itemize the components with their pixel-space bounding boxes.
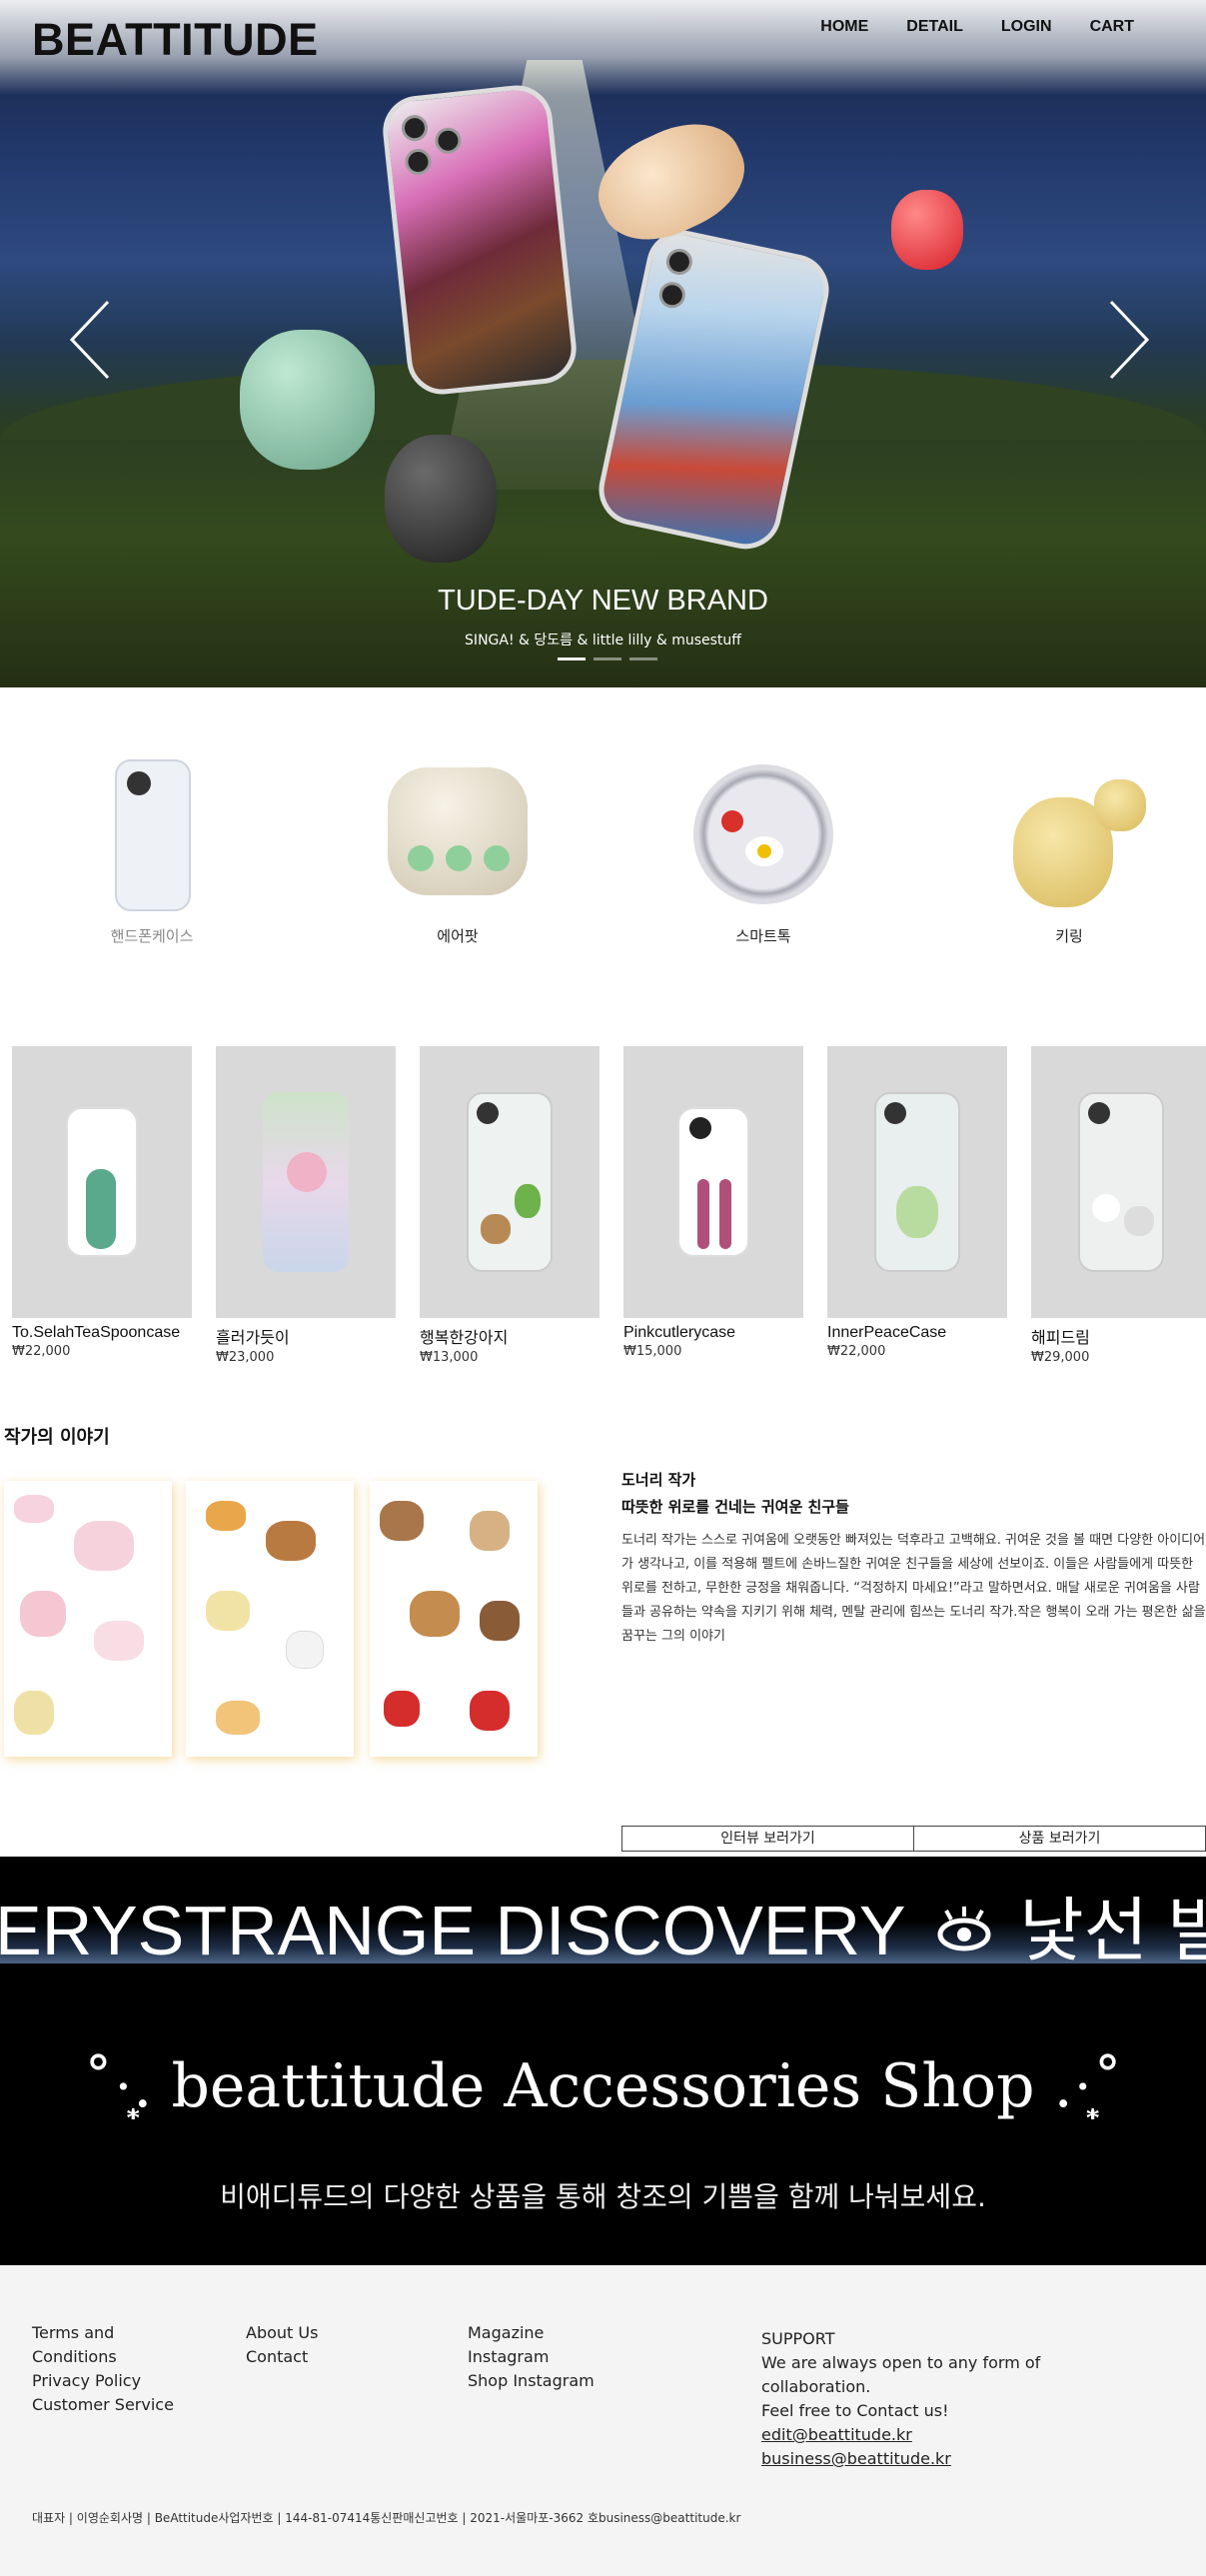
story-tagline: 따뜻한 위로를 건네는 귀여운 친구들 — [621, 1498, 849, 1516]
category-label: 핸드폰케이스 — [110, 927, 194, 945]
product-price: ₩15,000 — [623, 1344, 682, 1359]
product-card[interactable]: To.SelahTeaSpooncase ₩22,000 — [12, 1046, 192, 1359]
slider-dot[interactable] — [629, 657, 657, 660]
marquee-text-en: ERYSTRANGE DISCOVERY — [0, 1892, 905, 1963]
slider-indicator — [558, 657, 657, 660]
support-email-edit[interactable]: edit@beattitude.kr — [761, 2425, 912, 2444]
company-info: 대표자 | 이영순회사명 | BeAttitude사업자번호 | 144-81-… — [32, 2511, 741, 2525]
marquee-text-ko: 낯선 발견 — [1019, 1892, 1206, 1963]
story-text: 도너리 작가 따뜻한 위로를 건네는 귀여운 친구들 도너리 작가는 스스로 귀… — [621, 1469, 1206, 1649]
main-nav: HOME DETAIL LOGIN CART — [820, 18, 1134, 36]
product-image — [1031, 1046, 1206, 1318]
footer-link-privacy[interactable]: Privacy Policy — [32, 2369, 174, 2393]
story-poster-image — [4, 1481, 172, 1757]
story-poster-image — [186, 1481, 354, 1757]
product-price: ₩29,000 — [1031, 1350, 1090, 1365]
hero-airpod-case-green — [240, 330, 375, 470]
hero-title: TUDE-DAY NEW BRAND — [438, 585, 768, 617]
shop-banner-subtitle: 비애디튜드의 다양한 상품을 통해 창조의 기쁨을 함께 나눠보세요. — [220, 2180, 986, 2213]
hero-slider: BEATTITUDE HOME DETAIL LOGIN CART TUDE-D… — [0, 0, 1206, 687]
category-thumbnail — [979, 757, 1159, 917]
category-label: 키링 — [1055, 927, 1083, 945]
story-body: 도너리 작가는 스스로 귀여움에 오랫동안 빠져있는 덕후라고 고백해요. 귀여… — [621, 1533, 1206, 1644]
category-label: 에어팟 — [437, 927, 479, 945]
product-card[interactable]: 행복한강아지 ₩13,000 — [420, 1046, 600, 1365]
footer-link-terms[interactable]: Conditions — [32, 2345, 174, 2369]
story-author: 도너리 작가 — [621, 1471, 696, 1489]
category-airpods[interactable]: 에어팟 — [368, 757, 548, 946]
footer-links-company: About Us Contact — [246, 2321, 318, 2369]
product-price: ₩13,000 — [420, 1350, 479, 1365]
story-heading: 작가의 이야기 — [4, 1427, 110, 1448]
chevron-right-icon[interactable] — [1107, 300, 1151, 380]
product-name: Pinkcutlerycase — [623, 1324, 736, 1341]
hero-subtitle: SINGA! & 당도름 & little lilly & musestuff — [465, 633, 741, 648]
product-name: 행복한강아지 — [420, 1330, 509, 1347]
site-footer: Terms and Conditions Privacy Policy Cust… — [0, 2265, 1206, 2576]
category-label: 스마트톡 — [735, 927, 791, 945]
shop-banner: ˚·̩͙. beattitude Accessories Shop .·̩͙˚ … — [0, 1963, 1206, 2265]
view-products-button[interactable]: 상품 보러가기 — [914, 1827, 1205, 1851]
discovery-marquee: ERYSTRANGE DISCOVERY 낯선 발견 — [0, 1857, 1206, 1963]
nav-detail-link[interactable]: DETAIL — [906, 18, 963, 36]
category-thumbnail — [673, 757, 853, 917]
footer-links-legal: Terms and Conditions Privacy Policy Cust… — [32, 2321, 174, 2417]
footer-link-shop-instagram[interactable]: Shop Instagram — [468, 2369, 595, 2393]
product-name: 해피드림 — [1031, 1330, 1090, 1347]
product-price: ₩23,000 — [216, 1350, 275, 1365]
product-image — [420, 1046, 600, 1318]
product-image — [623, 1046, 803, 1318]
hero-phone-case-image-2 — [592, 224, 836, 556]
nav-cart-link[interactable]: CART — [1090, 18, 1134, 36]
product-card[interactable]: Pinkcutlerycase ₩15,000 — [623, 1046, 803, 1359]
view-interview-button[interactable]: 인터뷰 보러가기 — [622, 1827, 914, 1851]
footer-link-about[interactable]: About Us — [246, 2321, 318, 2345]
product-card[interactable]: InnerPeaceCase ₩22,000 — [827, 1046, 1007, 1359]
footer-link-instagram[interactable]: Instagram — [468, 2345, 595, 2369]
category-thumbnail — [62, 757, 242, 917]
category-phone-case[interactable]: 핸드폰케이스 — [62, 757, 242, 946]
hero-airpod-case-black — [385, 435, 497, 563]
story-buttons: 인터뷰 보러가기 상품 보러가기 — [621, 1826, 1206, 1852]
slider-dot[interactable] — [594, 657, 621, 660]
hero-keyring-tomato — [891, 190, 963, 270]
slider-dot[interactable] — [558, 657, 586, 660]
footer-link-customer-service[interactable]: Customer Service — [32, 2393, 174, 2417]
product-image — [827, 1046, 1007, 1318]
site-logo[interactable]: BEATTITUDE — [32, 14, 319, 66]
product-card[interactable]: 흘러가듯이 ₩23,000 — [216, 1046, 396, 1365]
product-image — [216, 1046, 396, 1318]
product-price: ₩22,000 — [827, 1344, 886, 1359]
category-thumbnail — [368, 757, 548, 917]
product-image — [12, 1046, 192, 1318]
support-text: We are always open to any form of — [761, 2353, 1041, 2372]
product-name: InnerPeaceCase — [827, 1324, 947, 1341]
footer-support: SUPPORT We are always open to any form o… — [761, 2327, 1040, 2471]
nav-login-link[interactable]: LOGIN — [1001, 18, 1052, 36]
footer-link-terms[interactable]: Terms and — [32, 2321, 174, 2345]
category-keyring[interactable]: 키링 — [979, 757, 1159, 946]
product-name: To.SelahTeaSpooncase — [12, 1324, 181, 1341]
footer-link-magazine[interactable]: Magazine — [468, 2321, 595, 2345]
footer-link-contact[interactable]: Contact — [246, 2345, 318, 2369]
story-poster-image — [370, 1481, 538, 1757]
shop-banner-title: ˚·̩͙. beattitude Accessories Shop .·̩͙˚ — [83, 2051, 1123, 2121]
nav-home-link[interactable]: HOME — [820, 18, 868, 36]
support-text: collaboration. — [761, 2377, 871, 2396]
support-email-business[interactable]: business@beattitude.kr — [761, 2449, 951, 2468]
product-price: ₩22,000 — [12, 1344, 71, 1359]
chevron-left-icon[interactable] — [68, 300, 112, 380]
eye-icon — [937, 1907, 991, 1951]
hero-phone-case-image — [379, 81, 581, 399]
category-smart-tok[interactable]: 스마트톡 — [673, 757, 853, 946]
product-name: 흘러가듯이 — [216, 1330, 290, 1347]
marquee-text: ERYSTRANGE DISCOVERY 낯선 발견 — [0, 1875, 1206, 1963]
footer-links-media: Magazine Instagram Shop Instagram — [468, 2321, 595, 2393]
product-card[interactable]: 해피드림 ₩29,000 — [1031, 1046, 1206, 1365]
support-text: Feel free to Contact us! — [761, 2401, 949, 2420]
support-title: SUPPORT — [761, 2329, 835, 2348]
